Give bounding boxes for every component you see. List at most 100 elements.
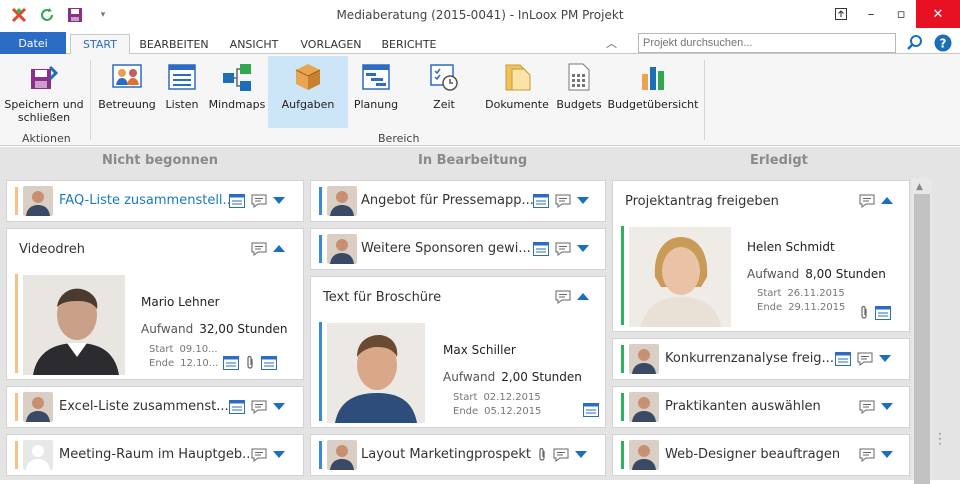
task-card-faq[interactable]: FAQ-Liste zusammenstell... [6,180,304,222]
tab-start[interactable]: START [70,34,130,55]
list-icon[interactable] [229,194,245,208]
scrollbar-thumb[interactable] [914,194,930,484]
list-icon[interactable] [533,194,549,208]
comment-icon[interactable] [859,194,875,208]
chevron-down-icon[interactable] [273,403,285,411]
comment-icon[interactable] [859,448,875,462]
person-photo [629,227,731,327]
chevron-down-icon[interactable] [273,451,285,459]
avatar [23,186,53,216]
budgetuebersicht-button[interactable]: Budgetübersicht [608,56,698,128]
mindmaps-button[interactable]: Mindmaps [208,56,266,128]
group-separator [90,60,91,140]
list-icon[interactable] [533,242,549,256]
task-card-konkurrenz[interactable]: Konkurrenzanalyse freig... [612,338,910,380]
budgets-button[interactable]: Budgets [554,56,604,128]
task-card-broschuere[interactable]: Text für Broschüre Max Schiller Aufwand 2… [310,276,606,428]
listen-label: Listen [165,98,199,111]
list-icon[interactable] [875,306,891,320]
dokumente-button[interactable]: Dokumente [484,56,550,128]
task-card-praktikanten[interactable]: Praktikanten auswählen [612,386,910,428]
tab-ansicht[interactable]: ANSICHT [222,34,286,54]
task-title[interactable]: Layout Marketingprospekt [361,447,531,462]
task-card-videodreh[interactable]: Videodreh Mario Lehner Aufwand 32,00 Stun… [6,228,304,380]
betreuung-button[interactable]: Betreuung [98,56,156,128]
chevron-down-icon[interactable] [273,197,285,205]
close-icon[interactable]: ✕ [916,0,960,28]
maximize-icon[interactable]: ▫ [886,0,916,28]
status-bar [621,393,624,421]
chevron-up-icon[interactable] [881,197,893,205]
chevron-up-icon[interactable] [273,245,285,253]
task-title[interactable]: Meeting-Raum im Hauptgeb... [59,447,255,462]
group-label-bereich: Bereich [378,132,420,145]
tab-datei[interactable]: Datei [0,32,66,54]
task-card-angebot[interactable]: Angebot für Pressemapp... [310,180,606,222]
task-title[interactable]: Excel-Liste zusammenst... [59,399,229,414]
checklist-icon[interactable] [223,356,239,370]
comment-icon[interactable] [555,290,571,304]
task-card-excel[interactable]: Excel-Liste zusammenst... [6,386,304,428]
planung-label: Planung [353,98,399,111]
mindmaps-label: Mindmaps [208,98,266,111]
tab-bearbeiten[interactable]: BEARBEITEN [134,34,214,54]
comment-icon[interactable] [251,242,267,256]
comment-icon[interactable] [555,242,571,256]
task-title[interactable]: Videodreh [19,242,85,257]
task-card-meeting[interactable]: Meeting-Raum im Hauptgeb... [6,434,304,476]
aufgaben-box-icon [291,60,325,94]
comment-icon[interactable] [251,448,267,462]
attachment-icon[interactable] [859,305,869,321]
list-icon[interactable] [583,403,599,417]
tab-vorlagen[interactable]: VORLAGEN [294,34,368,54]
task-title[interactable]: Projektantrag freigeben [625,194,779,209]
dokumente-icon [500,60,534,94]
task-title[interactable]: Angebot für Pressemapp... [361,193,534,208]
listen-button[interactable]: Listen [160,56,204,128]
comment-icon[interactable] [553,448,569,462]
list-icon[interactable] [261,356,277,370]
task-title[interactable]: Web-Designer beauftragen [665,447,840,462]
task-card-webdesigner[interactable]: Web-Designer beauftragen [612,434,910,476]
list-icon[interactable] [229,400,245,414]
chevron-down-icon[interactable] [577,245,589,253]
zeit-button[interactable]: Zeit [424,56,464,128]
task-title[interactable]: Text für Broschüre [323,290,441,305]
comment-icon[interactable] [857,352,873,366]
vertical-scrollbar[interactable]: ▲ [912,178,932,484]
aufgaben-button[interactable]: Aufgaben [268,56,348,128]
task-card-layout[interactable]: Layout Marketingprospekt [310,434,606,476]
chevron-down-icon[interactable] [879,355,891,363]
minimize-icon[interactable]: – [856,0,886,28]
dokumente-label: Dokumente [485,98,549,111]
chevron-down-icon[interactable] [881,403,893,411]
comment-icon[interactable] [555,194,571,208]
save-and-close-button[interactable]: Speichern und schließen [4,56,84,128]
chevron-down-icon[interactable] [881,451,893,459]
task-card-projektantrag[interactable]: Projektantrag freigeben Helen Schmidt Au… [612,180,910,332]
help-icon[interactable]: ? [934,34,952,55]
chevron-down-icon[interactable] [575,451,587,459]
attachment-icon[interactable] [245,355,255,371]
comment-icon[interactable] [251,400,267,414]
chevron-down-icon[interactable] [577,197,589,205]
search-icon[interactable] [906,34,924,55]
attachment-icon[interactable] [537,447,547,463]
task-title[interactable]: FAQ-Liste zusammenstell... [59,193,235,208]
task-card-sponsoren[interactable]: Weitere Sponsoren gewi... [310,228,606,270]
comment-icon[interactable] [859,400,875,414]
search-input[interactable] [638,33,896,53]
more-options-icon[interactable]: · · · [938,428,942,450]
task-title[interactable]: Praktikanten auswählen [665,399,821,414]
collapse-ribbon-icon[interactable]: ︿ [606,35,617,51]
task-title[interactable]: Weitere Sponsoren gewi... [361,241,531,256]
list-icon[interactable] [835,352,851,366]
scroll-up-icon[interactable]: ▲ [916,182,923,192]
chevron-up-icon[interactable] [577,293,589,301]
comment-icon[interactable] [251,194,267,208]
restore-icon[interactable] [826,0,856,28]
planung-button[interactable]: Planung [352,56,400,128]
person-photo [23,275,125,375]
task-title[interactable]: Konkurrenzanalyse freig... [665,351,834,366]
tab-berichte[interactable]: BERICHTE [376,34,442,54]
